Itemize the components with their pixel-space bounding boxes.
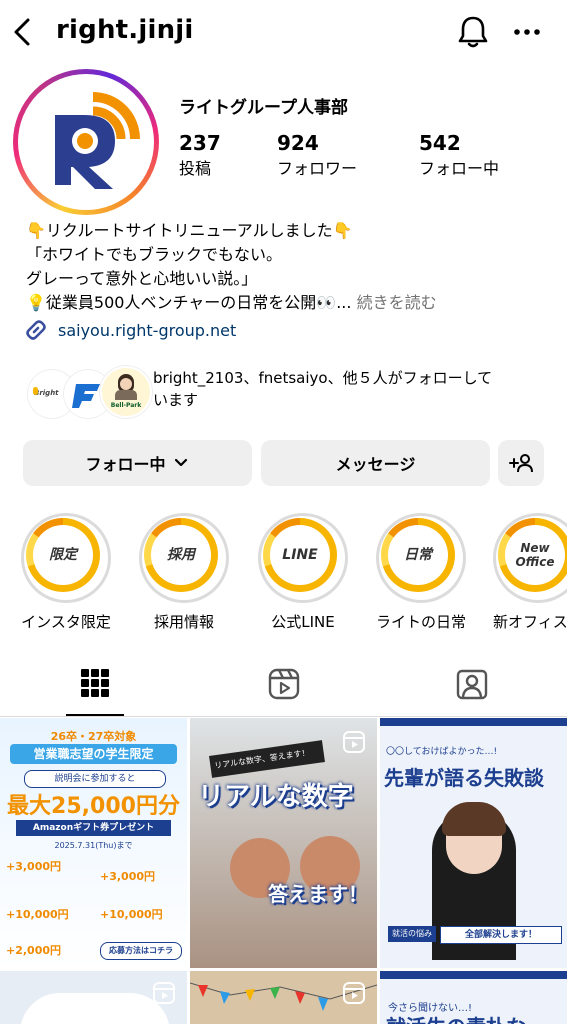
stat-following-value: 542 — [419, 131, 461, 155]
highlight-label: ライトの日常 — [375, 613, 466, 631]
highlight-new-office[interactable]: New Office 新オフィス — [493, 513, 567, 632]
bell-icon — [458, 16, 488, 48]
post-text: Amazonギフト券プレゼント — [16, 820, 171, 836]
read-more-link[interactable]: 続きを読む — [357, 293, 437, 312]
highlight-line[interactable]: LINE 公式LINE — [257, 513, 349, 632]
post-text: 就活生の素朴な — [386, 1011, 526, 1024]
post-text: リアルな数字 — [198, 782, 354, 812]
back-button[interactable] — [10, 14, 34, 50]
profile-link-text: saiyou.right-group.net — [58, 320, 237, 340]
bio-line: 👇リクルートサイトリニューアルしました👇 — [26, 221, 353, 240]
highlight-insta-limited[interactable]: 限定 インスタ限定 — [20, 513, 112, 632]
highlight-recruit[interactable]: 採用 採用情報 — [138, 513, 230, 632]
highlight-label: 新オフィス — [493, 613, 567, 631]
grid-icon — [81, 669, 109, 697]
reel-badge-icon — [342, 730, 366, 754]
highlight-cover-text: New Office — [505, 525, 565, 585]
mutual-followers-text[interactable]: bright_2103、fnetsaiyo、他５人がフォローして います — [153, 367, 533, 411]
post-text: +3,000円 — [100, 870, 156, 883]
post-text: 答えます！ — [268, 882, 368, 906]
stat-following[interactable]: 542 フォロー中 — [419, 131, 499, 179]
message-button[interactable]: メッセージ — [261, 440, 490, 486]
following-button[interactable]: フォロー中 — [23, 440, 252, 486]
link-icon — [26, 320, 46, 340]
chevron-down-icon — [174, 458, 187, 467]
profile-link[interactable]: saiyou.right-group.net — [24, 318, 236, 342]
stat-posts-label: 投稿 — [179, 159, 212, 178]
profile-bio: 👇リクルートサイトリニューアルしました👇 「ホワイトでもブラックでもない。 グレ… — [26, 219, 437, 315]
suggest-people-button[interactable] — [498, 440, 544, 486]
notifications-button[interactable] — [457, 14, 489, 50]
post-text: 全部解決します！ — [440, 926, 562, 944]
post-text: +10,000円 — [100, 908, 163, 921]
highlight-label: インスタ限定 — [21, 613, 111, 631]
stat-followers[interactable]: 924 フォロワー — [277, 131, 357, 179]
stat-followers-value: 924 — [277, 131, 319, 155]
post-text: 就活の悩み — [388, 926, 436, 942]
highlight-daily[interactable]: 日常 ライトの日常 — [375, 513, 467, 632]
post-text: 先輩が語る失敗談 — [384, 766, 544, 790]
tab-tagged[interactable] — [456, 668, 488, 700]
post-text: +2,000円 — [6, 944, 62, 957]
mutual-followers-line: bright_2103、fnetsaiyo、他５人がフォローして — [153, 369, 493, 387]
more-dots-icon — [514, 29, 540, 35]
reels-icon — [268, 668, 300, 700]
company-logo — [23, 79, 149, 205]
post-text: 最大25,000円分 — [7, 794, 180, 819]
post-text: +3,000円 — [6, 860, 62, 873]
message-button-label: メッセージ — [335, 455, 416, 474]
stat-following-label: フォロー中 — [419, 159, 500, 178]
mutual-followers-line: います — [153, 391, 199, 409]
reel-badge-icon — [342, 981, 366, 1005]
highlight-cover-text: 採用 — [151, 525, 211, 585]
post-thumbnail[interactable] — [190, 971, 377, 1024]
tabs-divider — [0, 716, 567, 717]
profile-avatar[interactable] — [13, 69, 159, 215]
stat-posts[interactable]: 237 投稿 — [179, 131, 221, 179]
post-text: 2025.7.31(Thu)まで — [54, 841, 133, 850]
stat-posts-value: 237 — [179, 131, 221, 155]
back-arrow-icon — [14, 18, 30, 46]
post-text: +10,000円 — [6, 908, 69, 921]
highlight-cover-text: LINE — [270, 525, 330, 585]
post-text: 応募方法はコチラ — [100, 942, 182, 960]
highlight-label: 採用情報 — [153, 613, 214, 631]
profile-display-name: ライトグループ人事部 — [179, 98, 348, 118]
post-text: 〇〇しておけばよかった…! — [386, 747, 498, 757]
stat-followers-label: フォロワー — [277, 159, 358, 178]
post-text: 説明会に参加すると — [24, 770, 166, 788]
reel-badge-icon — [152, 981, 176, 1005]
post-thumbnail[interactable] — [0, 971, 187, 1024]
mutual-avatar-bellpark: Bell-Park — [100, 366, 152, 418]
bio-line: 「ホワイトでもブラックでもない。 — [26, 245, 283, 264]
highlight-cover-text: 日常 — [388, 525, 448, 585]
bio-line: グレーって意外と心地いい説。」 — [26, 269, 258, 288]
bio-line: 💡従業員500人ベンチャーの日常を公開👀... — [26, 293, 352, 312]
highlight-cover-text: 限定 — [33, 525, 93, 585]
tab-active-indicator — [66, 714, 124, 716]
add-person-icon — [509, 454, 533, 473]
more-options-button[interactable] — [512, 22, 542, 42]
post-text: 営業職志望の学生限定 — [10, 744, 177, 764]
tagged-person-icon — [456, 669, 488, 700]
mutual-avatar-label: Bell-Park — [110, 402, 142, 409]
post-thumbnail[interactable]: 今さら聞けない…! 就活生の素朴な — [380, 971, 567, 1024]
highlight-label: 公式LINE — [271, 613, 335, 631]
post-thumbnail[interactable]: 〇〇しておけばよかった…! 先輩が語る失敗談 就活の悩み 全部解決します！ — [380, 718, 567, 968]
post-thumbnail[interactable]: 26卒・27卒対象 営業職志望の学生限定 説明会に参加すると 最大25,000円… — [0, 718, 187, 968]
following-button-label: フォロー中 — [85, 455, 166, 474]
profile-username: right.jinji — [56, 15, 194, 45]
post-thumbnail[interactable]: リアルな数字、答えます！ リアルな数字 答えます！ — [190, 718, 377, 968]
post-text: 26卒・27卒対象 — [50, 730, 137, 743]
tab-reels[interactable] — [268, 668, 300, 700]
tab-posts-grid[interactable] — [80, 668, 110, 698]
